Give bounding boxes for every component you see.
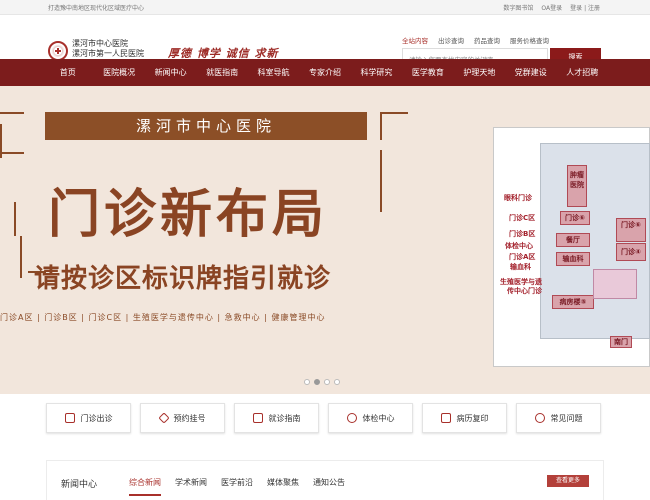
banner-sub-title: 请按诊区标识牌指引就诊 — [34, 264, 332, 294]
quick-link-label: 门诊出诊 — [80, 413, 113, 423]
map-label-clinic-a: 门诊A区 — [509, 253, 536, 261]
carousel-dot-active[interactable] — [314, 379, 320, 385]
decor-line — [14, 202, 16, 236]
map-room-tumor: 肿瘤医院 — [567, 165, 587, 207]
map-label-checkup: 体检中心 — [505, 242, 533, 250]
news-section: 新闻中心 综合新闻 学术新闻 医学前沿 媒体聚焦 通知公告 查看更多 — [46, 460, 604, 500]
decor-line — [0, 112, 24, 114]
logo-line-2: 漯河市第一人民医院 — [72, 49, 144, 58]
login-register-link[interactable]: 登录 | 注册 — [570, 3, 600, 12]
map-label-clinic-b: 门诊B区 — [509, 230, 536, 238]
quick-link-faq[interactable]: 常见问题 — [516, 403, 601, 433]
quick-link-record-copy[interactable]: 病历复印 — [422, 403, 507, 433]
quick-link-label: 预约挂号 — [173, 413, 206, 423]
banner-main-title: 门诊新布局 — [48, 184, 329, 245]
quick-link-outpatient-schedule[interactable]: 门诊出诊 — [46, 403, 131, 433]
news-tab-frontier[interactable]: 医学前沿 — [221, 477, 253, 496]
news-tab-academic[interactable]: 学术新闻 — [175, 477, 207, 496]
map-label-reproductive: 生殖医学与遗传中心门诊 — [500, 278, 542, 295]
decor-line — [380, 112, 382, 140]
nav-item-news[interactable]: 新闻中心 — [145, 59, 196, 86]
map-room-clinic-b: 门诊⑥ — [616, 218, 646, 242]
top-bar: 打造豫中南地区现代化区域医疗中心 数字图书馆 OA登录 登录 | 注册 — [0, 0, 650, 15]
map-label-eye: 眼科门诊 — [504, 194, 532, 202]
share-icon — [346, 413, 357, 423]
decor-line — [380, 150, 382, 212]
quick-links: 门诊出诊 预约挂号 就诊指南 体检中心 病历复印 常见问题 — [46, 403, 601, 433]
nav-item-nursing[interactable]: 护理天地 — [454, 59, 505, 86]
search-tab-all[interactable]: 全站内容 — [402, 35, 428, 45]
quick-link-guide[interactable]: 就诊指南 — [234, 403, 319, 433]
hospital-logo-icon[interactable] — [48, 41, 68, 61]
search-tab-clinic[interactable]: 出诊查询 — [438, 35, 464, 45]
decor-line — [0, 152, 24, 154]
quick-link-appointment[interactable]: 预约挂号 — [140, 403, 225, 433]
document-icon — [64, 413, 75, 423]
nav-item-recruit[interactable]: 人才招聘 — [557, 59, 608, 86]
map-room-canteen: 餐厅 — [556, 233, 590, 247]
quick-link-label: 体检中心 — [362, 413, 395, 423]
diamond-icon — [157, 412, 170, 424]
nav-item-home[interactable]: 首页 — [42, 59, 93, 86]
search-tabs: 全站内容 出诊查询 药品查询 服务价格查询 — [402, 35, 549, 45]
map-label-clinic-c: 门诊C区 — [509, 214, 536, 222]
nav-item-guide[interactable]: 就医指南 — [196, 59, 247, 86]
question-icon — [534, 413, 545, 423]
map-label-blood: 输血科 — [510, 263, 531, 271]
logo-text[interactable]: 漯河市中心医院 漯河市第一人民医院 — [72, 39, 144, 59]
nav-item-overview[interactable]: 医院概况 — [93, 59, 144, 86]
map-room-clinic-a: 门诊④ — [616, 243, 646, 261]
quick-link-label: 就诊指南 — [268, 413, 301, 423]
carousel-dot[interactable] — [334, 379, 340, 385]
zone-list: 门诊A区 | 门诊B区 | 门诊C区 | 生殖医学与遗传中心 | 急救中心 | … — [0, 313, 326, 322]
search-tab-price[interactable]: 服务价格查询 — [510, 35, 549, 45]
oa-login-link[interactable]: OA登录 — [541, 3, 562, 12]
quick-link-checkup[interactable]: 体检中心 — [328, 403, 413, 433]
carousel-dots — [304, 379, 340, 385]
main-nav: 首页 医院概况 新闻中心 就医指南 科室导航 专家介绍 科学研究 医学教育 护理… — [0, 59, 650, 86]
news-section-title: 新闻中心 — [61, 480, 98, 490]
nav-item-experts[interactable]: 专家介绍 — [299, 59, 350, 86]
monitor-icon — [252, 413, 263, 423]
map-room-clinic-c: 门诊⑥ — [560, 211, 590, 225]
news-tabs: 综合新闻 学术新闻 医学前沿 媒体聚焦 通知公告 — [129, 477, 345, 496]
nav-item-research[interactable]: 科学研究 — [351, 59, 402, 86]
logo-line-1: 漯河市中心医院 — [72, 39, 128, 48]
decor-line — [20, 236, 22, 278]
map-room-blood: 输血科 — [556, 252, 590, 266]
news-tab-general[interactable]: 综合新闻 — [129, 477, 161, 496]
carousel-dot[interactable] — [324, 379, 330, 385]
news-tab-media[interactable]: 媒体聚焦 — [267, 477, 299, 496]
nav-item-education[interactable]: 医学教育 — [402, 59, 453, 86]
map-building-pink — [593, 269, 637, 299]
nav-item-party[interactable]: 党群建设 — [505, 59, 556, 86]
decor-line — [380, 112, 408, 114]
digital-library-link[interactable]: 数字图书馆 — [503, 3, 533, 12]
search-tab-drug[interactable]: 药品查询 — [474, 35, 500, 45]
printer-icon — [440, 413, 451, 423]
hospital-name-plate: 漯河市中心医院 — [45, 112, 367, 140]
quick-link-label: 病历复印 — [456, 413, 489, 423]
top-bar-links: 数字图书馆 OA登录 登录 | 注册 — [503, 3, 600, 12]
news-more-button[interactable]: 查看更多 — [547, 475, 589, 487]
map-room-ward: 病房楼⑤ — [552, 295, 594, 309]
map-room-south-gate: 南门 — [610, 336, 632, 348]
site-header: 漯河市中心医院 漯河市第一人民医院 厚德 博学 诚信 求新 全站内容 出诊查询 … — [0, 15, 650, 66]
quick-link-label: 常见问题 — [550, 413, 583, 423]
news-tab-notice[interactable]: 通知公告 — [313, 477, 345, 496]
cross-icon — [55, 48, 61, 54]
nav-item-departments[interactable]: 科室导航 — [248, 59, 299, 86]
top-bar-tagline: 打造豫中南地区现代化区域医疗中心 — [48, 5, 145, 12]
carousel-dot[interactable] — [304, 379, 310, 385]
